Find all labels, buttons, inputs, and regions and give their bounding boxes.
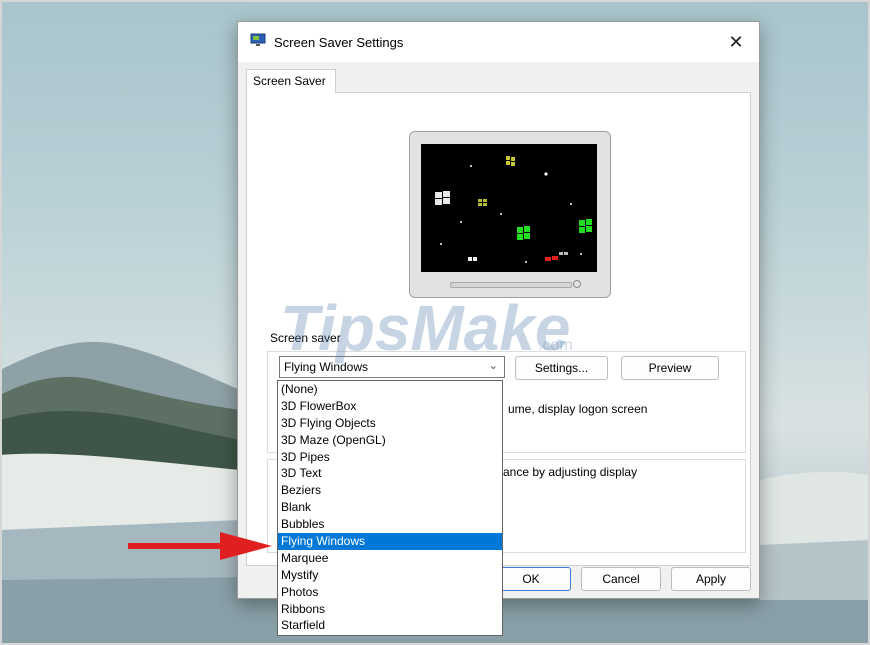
dropdown-option[interactable]: Ribbons — [278, 601, 502, 618]
preview-screen — [421, 144, 597, 272]
window-logo-yellow — [506, 156, 515, 166]
red-arrow-icon — [128, 532, 272, 560]
power-management-text: ance by adjusting display — [503, 465, 638, 479]
dropdown-option[interactable]: Marquee — [278, 550, 502, 567]
screen-saver-dropdown-list[interactable]: (None) 3D FlowerBox 3D Flying Objects 3D… — [277, 380, 503, 636]
dropdown-option[interactable]: Blank — [278, 499, 502, 516]
dialog-title: Screen Saver Settings — [274, 35, 404, 50]
dropdown-option[interactable]: 3D Text — [278, 465, 502, 482]
ok-button[interactable]: OK — [491, 567, 571, 591]
close-button[interactable]: ✕ — [713, 22, 759, 62]
resume-logon-text: ume, display logon screen — [508, 402, 648, 416]
window-logo-yellow-small — [478, 199, 487, 206]
dropdown-option[interactable]: 3D Maze (OpenGL) — [278, 432, 502, 449]
window-logo-green-edge — [579, 219, 592, 233]
window-logo-white — [435, 191, 450, 205]
cancel-button[interactable]: Cancel — [581, 567, 661, 591]
dropdown-option[interactable]: Photos — [278, 584, 502, 601]
dropdown-option[interactable]: Mystify — [278, 567, 502, 584]
window-logo-white-small — [468, 257, 477, 261]
dropdown-option[interactable]: (None) — [278, 381, 502, 398]
preview-monitor — [409, 131, 611, 298]
watermark-suffix: .com — [538, 337, 573, 354]
window-logo-green — [517, 226, 530, 240]
title-bar[interactable]: Screen Saver Settings ✕ — [238, 22, 759, 62]
dropdown-option-selected[interactable]: Flying Windows — [278, 533, 502, 550]
apply-button[interactable]: Apply — [671, 567, 751, 591]
close-icon: ✕ — [728, 32, 744, 52]
flying-windows-preview — [435, 156, 592, 263]
dropdown-option[interactable]: 3D Pipes — [278, 449, 502, 466]
window-logo-grey — [559, 252, 568, 255]
dropdown-option[interactable]: 3D Flying Objects — [278, 415, 502, 432]
watermark-text: TipsMake — [280, 292, 571, 364]
dropdown-option[interactable]: Bubbles — [278, 516, 502, 533]
watermark: TipsMake .com — [280, 292, 573, 364]
monitor-icon — [250, 33, 266, 46]
dropdown-option[interactable]: Starfield — [278, 617, 502, 634]
tab-screen-saver[interactable]: Screen Saver — [246, 69, 336, 93]
window-logo-red — [545, 256, 558, 261]
dropdown-option[interactable]: Beziers — [278, 482, 502, 499]
preview-button[interactable]: Preview — [621, 356, 719, 380]
dropdown-option[interactable]: 3D FlowerBox — [278, 398, 502, 415]
